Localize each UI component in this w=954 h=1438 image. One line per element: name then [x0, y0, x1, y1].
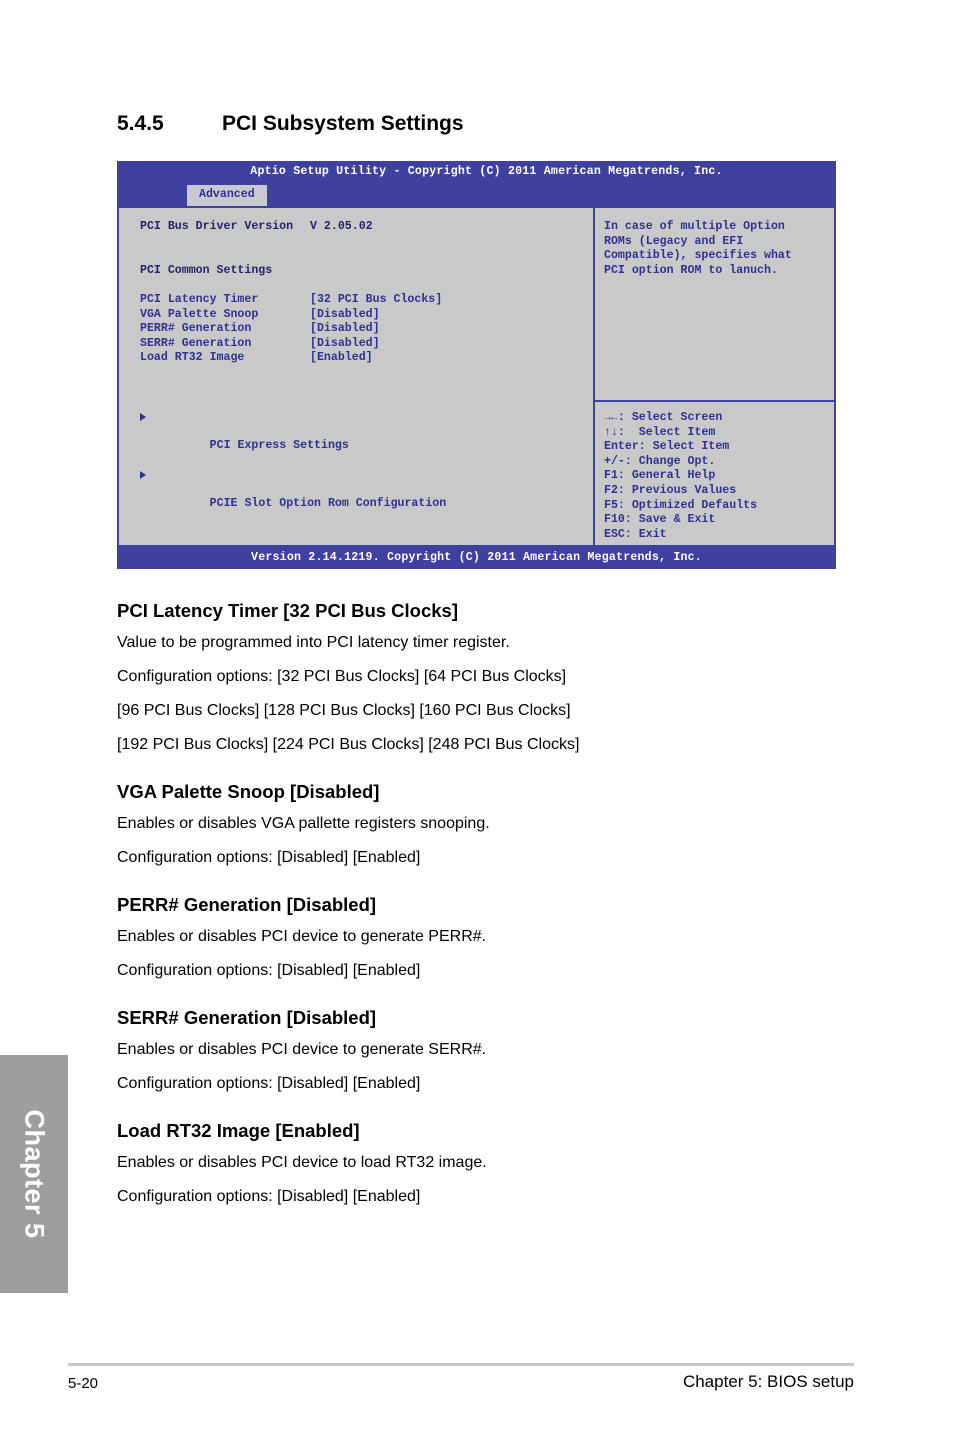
bios-info-value: V 2.05.02 [310, 220, 373, 233]
page-title: 5.4.5 PCI Subsystem Settings [117, 112, 464, 136]
section-paragraph: Enables or disables PCI device to load R… [117, 1154, 487, 1171]
bios-setting-value[interactable]: [Disabled] [310, 308, 380, 321]
bios-info-label: PCI Bus Driver Version [140, 220, 294, 233]
bios-setting-row-vga-palette-snoop[interactable]: VGA Palette Snoop [Disabled] [140, 308, 593, 323]
triangle-right-icon [140, 412, 146, 421]
bios-setting-value[interactable]: [Enabled] [310, 351, 373, 364]
bios-footer-bar: Version 2.14.1219. Copyright (C) 2011 Am… [117, 547, 836, 569]
nav-key-f5-optimized-defaults: F5: Optimized Defaults [604, 498, 758, 512]
footer-page-number: 5-20 [68, 1375, 99, 1392]
nav-key-esc-exit: ESC: Exit [604, 527, 667, 541]
footer-divider [68, 1363, 854, 1366]
bios-help-line: PCI option ROM to lanuch. [604, 263, 778, 277]
bios-help-line: ROMs (Legacy and EFI [604, 234, 744, 248]
bios-setting-row-pci-latency-timer[interactable]: PCI Latency Timer [32 PCI Bus Clocks] [140, 293, 593, 308]
settings-description-content: PCI Latency Timer [32 PCI Bus Clocks] Va… [117, 600, 817, 1206]
section-paragraph: Enables or disables PCI device to genera… [117, 928, 487, 945]
section-heading: PCI Latency Timer [32 PCI Bus Clocks] [117, 600, 458, 621]
bios-setting-row-perr-generation[interactable]: PERR# Generation [Disabled] [140, 322, 593, 337]
nav-key-select-item-arrows: ↑↓: Select Item [604, 425, 716, 439]
bios-settings-panel: PCI Bus Driver Version V 2.05.02 PCI Comm… [119, 208, 593, 545]
nav-key-enter-select-item: Enter: Select Item [604, 440, 730, 454]
bios-tab-bar: Advanced [117, 185, 836, 206]
bios-section-heading: PCI Common Settings [140, 263, 273, 277]
chapter-side-tab: Chapter 5 [0, 1055, 68, 1293]
bios-tab-advanced[interactable]: Advanced [187, 185, 267, 206]
bios-header-bar: Aptio Setup Utility - Copyright (C) 2011… [117, 161, 836, 185]
bios-info-row: PCI Bus Driver Version V 2.05.02 [140, 220, 593, 235]
section-paragraph: Configuration options: [Disabled] [Enabl… [117, 962, 421, 979]
section-paragraph: Configuration options: [Disabled] [Enabl… [117, 1188, 421, 1205]
bios-setting-label: PCI Latency Timer [140, 292, 259, 306]
section-paragraph: Enables or disables VGA pallette registe… [117, 815, 490, 832]
section-paragraph: Enables or disables PCI device to genera… [117, 1041, 487, 1058]
page-title-text: PCI Subsystem Settings [222, 112, 464, 135]
section-pci-latency-timer: PCI Latency Timer [32 PCI Bus Clocks] Va… [117, 600, 817, 754]
section-heading: Load RT32 Image [Enabled] [117, 1120, 360, 1141]
section-paragraph: Configuration options: [32 PCI Bus Clock… [117, 668, 567, 685]
bios-setting-row-serr-generation[interactable]: SERR# Generation [Disabled] [140, 337, 593, 352]
bios-setting-value[interactable]: [Disabled] [310, 322, 380, 335]
bios-help-panel: In case of multiple Option ROMs (Legacy … [593, 208, 834, 545]
section-heading: PERR# Generation [Disabled] [117, 894, 377, 915]
bios-body: PCI Bus Driver Version V 2.05.02 PCI Comm… [117, 206, 836, 547]
section-paragraph: [192 PCI Bus Clocks] [224 PCI Bus Clocks… [117, 736, 580, 753]
bios-help-text: In case of multiple Option ROMs (Legacy … [595, 208, 834, 400]
footer-chapter-label: Chapter 5: BIOS setup [682, 1372, 854, 1391]
bios-submenu-pci-express-settings[interactable]: PCI Express Settings [140, 410, 593, 468]
bios-submenu-label: PCIE Slot Option Rom Configuration [209, 497, 447, 511]
section-perr-generation: PERR# Generation [Disabled] Enables or d… [117, 894, 817, 980]
bios-setting-label: PERR# Generation [140, 322, 252, 336]
bios-setting-label: VGA Palette Snoop [140, 307, 259, 321]
bios-header-title: Aptio Setup Utility - Copyright (C) 2011… [250, 165, 723, 178]
nav-key-f10-save-exit: F10: Save & Exit [604, 513, 716, 527]
section-load-rt32-image: Load RT32 Image [Enabled] Enables or dis… [117, 1120, 817, 1206]
bios-setting-row-load-rt32-image[interactable]: Load RT32 Image [Enabled] [140, 351, 593, 366]
bios-submenu-label: PCI Express Settings [209, 438, 349, 452]
section-vga-palette-snoop: VGA Palette Snoop [Disabled] Enables or … [117, 781, 817, 867]
nav-key-f1-general-help: F1: General Help [604, 469, 716, 483]
bios-setting-label: Load RT32 Image [140, 351, 245, 365]
bios-help-line: In case of multiple Option [604, 220, 785, 233]
bios-setup-screenshot: Aptio Setup Utility - Copyright (C) 2011… [117, 161, 836, 569]
bios-navigation-keys: →←: Select Screen ↑↓: Select Item Enter:… [595, 400, 834, 545]
bios-setting-label: SERR# Generation [140, 336, 252, 350]
section-heading: VGA Palette Snoop [Disabled] [117, 781, 380, 802]
section-serr-generation: SERR# Generation [Disabled] Enables or d… [117, 1007, 817, 1093]
bios-submenu-pcie-slot-option-rom-configuration[interactable]: PCIE Slot Option Rom Configuration [140, 468, 593, 526]
section-heading: SERR# Generation [Disabled] [117, 1007, 377, 1028]
section-paragraph: [96 PCI Bus Clocks] [128 PCI Bus Clocks]… [117, 702, 571, 719]
nav-key-change-opt: +/-: Change Opt. [604, 454, 716, 468]
section-paragraph: Configuration options: [Disabled] [Enabl… [117, 1075, 421, 1092]
page-title-number: 5.4.5 [117, 112, 164, 135]
section-paragraph: Configuration options: [Disabled] [Enabl… [117, 849, 421, 866]
nav-key-f2-previous-values: F2: Previous Values [604, 483, 737, 497]
bios-help-line: Compatible), specifies what [604, 249, 792, 263]
section-paragraph: Value to be programmed into PCI latency … [117, 634, 510, 651]
bios-setting-value[interactable]: [32 PCI Bus Clocks] [310, 293, 442, 306]
chapter-side-tab-label: Chapter 5 [19, 1109, 50, 1239]
bios-setting-value[interactable]: [Disabled] [310, 337, 380, 350]
nav-key-select-screen: →←: Select Screen [604, 411, 723, 424]
triangle-right-icon [140, 471, 146, 480]
